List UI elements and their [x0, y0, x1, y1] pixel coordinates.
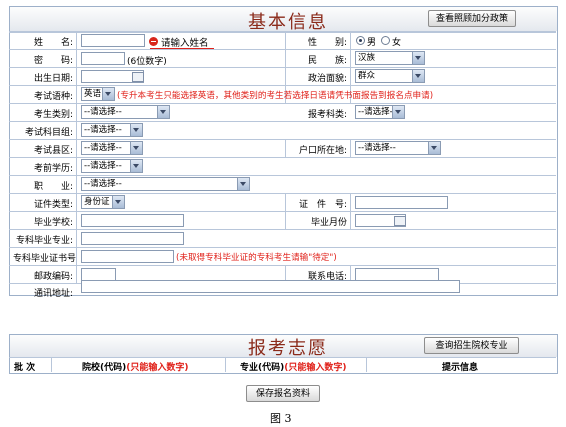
postcode-label: 邮政编码:	[33, 272, 73, 282]
chevron-down-icon	[130, 160, 142, 172]
column-divider	[76, 32, 77, 284]
job-label: 职 业:	[33, 182, 73, 192]
gender-female-radio[interactable]	[381, 36, 390, 45]
certificate-note: (未取得专科毕业证的专科考生请输"待定")	[176, 253, 337, 263]
calendar-icon[interactable]	[132, 72, 144, 82]
subject-select[interactable]: --请选择--	[355, 105, 405, 119]
id-number-label: 证 件 号:	[298, 200, 347, 210]
name-error-message: 请输入姓名	[161, 38, 209, 49]
certificate-label: 专科毕业证书号	[12, 254, 76, 264]
chevron-down-icon	[130, 142, 142, 154]
row-divider	[9, 265, 556, 266]
address-label: 通讯地址:	[33, 289, 73, 299]
grad-month-label: 毕业月份	[310, 218, 347, 228]
chevron-down-icon	[237, 178, 249, 190]
county-label: 考试县区:	[33, 146, 73, 156]
column-divider	[285, 140, 286, 158]
name-input[interactable]	[81, 34, 145, 47]
chevron-down-icon	[130, 124, 142, 136]
household-label: 户口所在地:	[298, 146, 347, 156]
column-divider	[350, 194, 351, 230]
row-divider	[9, 193, 556, 194]
political-label: 政治面貌:	[307, 74, 347, 84]
column-divider	[51, 358, 52, 372]
chevron-down-icon	[428, 142, 440, 154]
save-button[interactable]: 保存报名资料	[246, 385, 320, 402]
row-divider	[9, 139, 556, 140]
column-divider	[225, 358, 226, 372]
column-header-school: 院校(代码)(只能输入数字)	[82, 360, 188, 373]
education-label: 考前学历:	[33, 164, 73, 174]
id-type-label: 证件类型:	[33, 200, 73, 210]
school-label: 毕业学校:	[33, 218, 73, 228]
row-divider	[9, 175, 556, 176]
row-divider	[9, 67, 556, 68]
chevron-down-icon	[102, 88, 114, 100]
gender-female-label: 女	[392, 38, 402, 48]
category-label: 考生类别:	[33, 110, 73, 120]
figure-caption: 图 3	[270, 412, 292, 425]
row-divider	[9, 211, 556, 212]
password-label: 密 码:	[33, 56, 73, 66]
column-header-school-label: 院校(代码)	[82, 363, 127, 373]
row-divider	[9, 357, 556, 358]
exam-group-select[interactable]: --请选择--	[81, 123, 143, 137]
row-divider	[9, 31, 556, 33]
language-label: 考试语种:	[33, 92, 73, 102]
chevron-down-icon	[112, 196, 124, 208]
education-select[interactable]: --请选择--	[81, 159, 143, 173]
language-select[interactable]: 英语	[81, 87, 115, 101]
gender-male-radio[interactable]	[356, 36, 365, 45]
column-header-major-note: (只能输入数字)	[284, 363, 347, 373]
exam-group-label: 考试科目组:	[24, 128, 73, 138]
row-divider	[9, 247, 556, 248]
chevron-down-icon	[392, 106, 404, 118]
row-divider	[9, 157, 556, 158]
school-input[interactable]	[81, 214, 184, 227]
address-input[interactable]	[81, 280, 460, 293]
column-header-school-note: (只能输入数字)	[126, 363, 189, 373]
column-header-major-label: 专业(代码)	[240, 363, 285, 373]
chevron-down-icon	[412, 52, 424, 64]
birthdate-label: 出生日期:	[33, 74, 73, 84]
chevron-down-icon	[412, 70, 424, 82]
error-icon	[149, 37, 158, 46]
column-divider	[350, 140, 351, 158]
name-label: 姓 名:	[33, 38, 73, 48]
view-policy-button[interactable]: 查看照顾加分政策	[428, 10, 516, 27]
row-divider	[9, 85, 556, 86]
column-header-hint: 提示信息	[442, 363, 479, 373]
row-divider	[9, 49, 556, 50]
column-header-major: 专业(代码)(只能输入数字)	[240, 360, 346, 373]
major-input[interactable]	[81, 232, 184, 245]
error-underline	[150, 48, 214, 49]
column-divider	[285, 194, 286, 230]
row-divider	[9, 229, 556, 230]
language-note: (专升本考生只能选择英语，其他类别的考生若选择日语请凭书面报告到报名点申请)	[117, 91, 434, 101]
id-number-input[interactable]	[355, 196, 448, 209]
column-divider	[366, 358, 367, 372]
certificate-input[interactable]	[81, 250, 174, 263]
job-select[interactable]: --请选择--	[81, 177, 250, 191]
row-divider	[9, 103, 556, 104]
chevron-down-icon	[157, 106, 169, 118]
household-select[interactable]: --请选择--	[355, 141, 441, 155]
column-header-batch: 批 次	[14, 363, 36, 373]
subject-label: 报考科类:	[307, 110, 347, 120]
category-select[interactable]: --请选择--	[81, 105, 170, 119]
calendar-icon[interactable]	[394, 216, 406, 226]
password-input[interactable]	[81, 52, 125, 65]
major-label: 专科毕业专业:	[15, 236, 73, 246]
county-select[interactable]: --请选择--	[81, 141, 143, 155]
ethnicity-select[interactable]: 汉族	[355, 51, 425, 65]
political-select[interactable]: 群众	[355, 69, 425, 83]
password-hint: (6位数字)	[127, 57, 167, 67]
id-type-select[interactable]: 身份证	[81, 195, 125, 209]
gender-male-label: 男	[367, 38, 377, 48]
row-divider	[9, 121, 556, 122]
gender-label: 性 别:	[307, 38, 347, 48]
ethnicity-label: 民 族:	[307, 56, 347, 66]
query-schools-button[interactable]: 查询招生院校专业	[424, 337, 519, 354]
